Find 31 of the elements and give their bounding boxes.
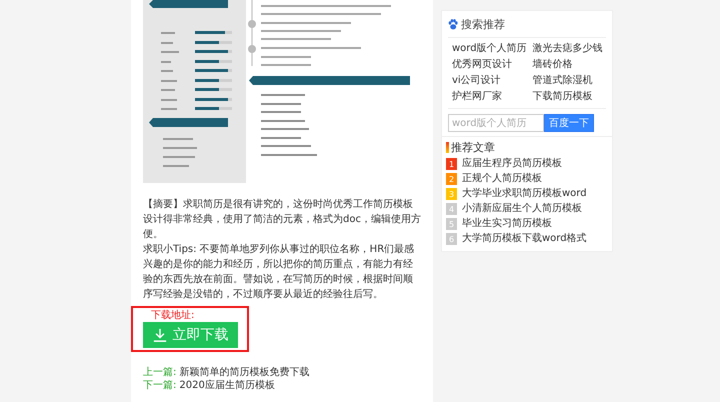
rank-badge: 1	[446, 158, 457, 170]
summary-paragraph: 【摘要】求职简历是很有讲究的，这份时尚优秀工作简历模板设计得非常经典，使用了简洁的元素，格式为doc，编辑使用方便。	[143, 198, 421, 242]
article-link[interactable]: 新颖简单的简历模板免费下载	[179, 367, 310, 378]
download-label: 下载地址:	[151, 310, 194, 321]
article-link[interactable]: 正规个人简历模板	[462, 173, 542, 185]
rank-badge: 2	[446, 173, 457, 185]
summary-paragraph: 求职小Tips: 不要简单地罗列你从事过的职位名称，HR们最感兴趣的是你的能力和经历，所以把你的简历重点，有能力有经验的东西先放在前面。譬如说，在写简历的时候，根据时间顺序写经验是没错的，不过顺序要从最近的经验往后写。	[143, 242, 416, 302]
search-suggestion[interactable]: 护栏网厂家	[452, 91, 527, 103]
card-title: 搜索推荐	[461, 17, 505, 32]
paw-icon	[448, 19, 458, 30]
search-button[interactable]: 百度一下	[544, 114, 594, 132]
search-suggestion[interactable]: 墙砖价格	[532, 59, 603, 71]
article-link[interactable]: 2020应届生简历模板	[179, 380, 275, 391]
download-icon	[152, 328, 166, 342]
search-field[interactable]: word版个人简历	[448, 114, 544, 132]
search-suggestion[interactable]: vi公司设计	[452, 75, 527, 87]
search-suggestion[interactable]: 激光去痣多少钱	[532, 43, 603, 55]
search-suggestion[interactable]: word版个人简历	[452, 43, 527, 55]
rank-badge: 3	[446, 188, 457, 200]
search-suggestion[interactable]: 优秀网页设计	[452, 59, 527, 71]
title-bar	[446, 142, 449, 153]
article-link[interactable]: 大学毕业求职简历模板word	[462, 188, 587, 200]
search-suggestion[interactable]: 管道式除湿机	[532, 75, 603, 87]
article-link[interactable]: 大学简历模板下载word格式	[462, 233, 587, 245]
nav-label: 上一篇:	[143, 367, 176, 378]
search-suggestion[interactable]: 下载简历模板	[532, 91, 603, 103]
article-link[interactable]: 毕业生实习简历模板	[462, 218, 552, 230]
article-link[interactable]: 小清新应届生个人简历模板	[462, 203, 582, 215]
article-link[interactable]: 应届生程序员简历模板	[462, 158, 562, 170]
card-title: 推荐文章	[451, 140, 495, 155]
nav-label: 下一篇:	[143, 380, 176, 391]
